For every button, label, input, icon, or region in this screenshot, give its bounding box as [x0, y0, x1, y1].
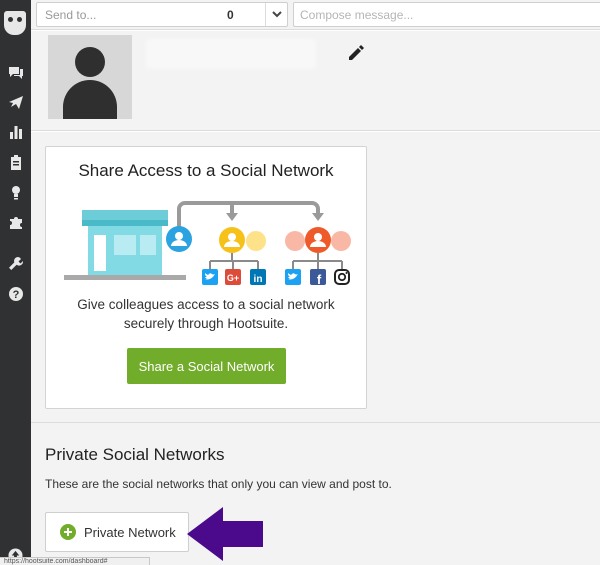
browser-status-url: https://hootsuite.com/dashboard# [0, 557, 150, 565]
add-private-network-button[interactable]: Private Network [45, 512, 189, 552]
svg-text:?: ? [12, 289, 19, 301]
pencil-edit-icon[interactable] [347, 44, 365, 62]
assignments-icon[interactable] [0, 152, 31, 172]
help-icon[interactable]: ? [0, 284, 31, 304]
hootsuite-owl-logo[interactable] [4, 11, 26, 35]
share-network-illustration: G+ in f [64, 201, 351, 287]
share-card-description: Give colleagues access to a social netwo… [77, 297, 335, 331]
streams-icon[interactable] [0, 62, 31, 82]
apps-icon[interactable] [0, 212, 31, 232]
analytics-icon[interactable] [0, 122, 31, 142]
plus-circle-icon [60, 524, 76, 540]
svg-text:f: f [317, 272, 322, 287]
send-to-placeholder: Send to... [45, 8, 97, 22]
left-sidebar: ? [0, 0, 31, 565]
private-networks-description: These are the social networks that only … [45, 477, 392, 491]
private-networks-title: Private Social Networks [45, 445, 225, 464]
compose-placeholder: Compose message... [300, 8, 414, 22]
tools-icon[interactable] [0, 254, 31, 274]
section-divider [31, 422, 600, 423]
profile-name-redacted [146, 39, 316, 69]
annotation-arrow [187, 507, 263, 561]
avatar[interactable] [48, 35, 132, 119]
profile-header [31, 31, 600, 131]
svg-text:in: in [254, 274, 263, 285]
share-social-network-button[interactable]: Share a Social Network [127, 348, 286, 384]
main-content: Share Access to a Social Network G+ in f… [31, 132, 600, 565]
share-access-card: Share Access to a Social Network G+ in f… [45, 146, 367, 409]
publisher-icon[interactable] [0, 92, 31, 112]
contacts-icon[interactable] [0, 182, 31, 202]
send-to-field[interactable]: Send to... 0 [36, 2, 288, 27]
chevron-down-icon[interactable] [265, 3, 287, 26]
svg-text:G+: G+ [227, 273, 239, 283]
private-network-label: Private Network [84, 524, 176, 540]
send-to-count: 0 [227, 8, 234, 22]
share-card-title: Share Access to a Social Network [78, 161, 334, 180]
compose-message-input[interactable]: Compose message... [293, 2, 600, 27]
compose-bar: Send to... 0 Compose message... [31, 0, 600, 30]
